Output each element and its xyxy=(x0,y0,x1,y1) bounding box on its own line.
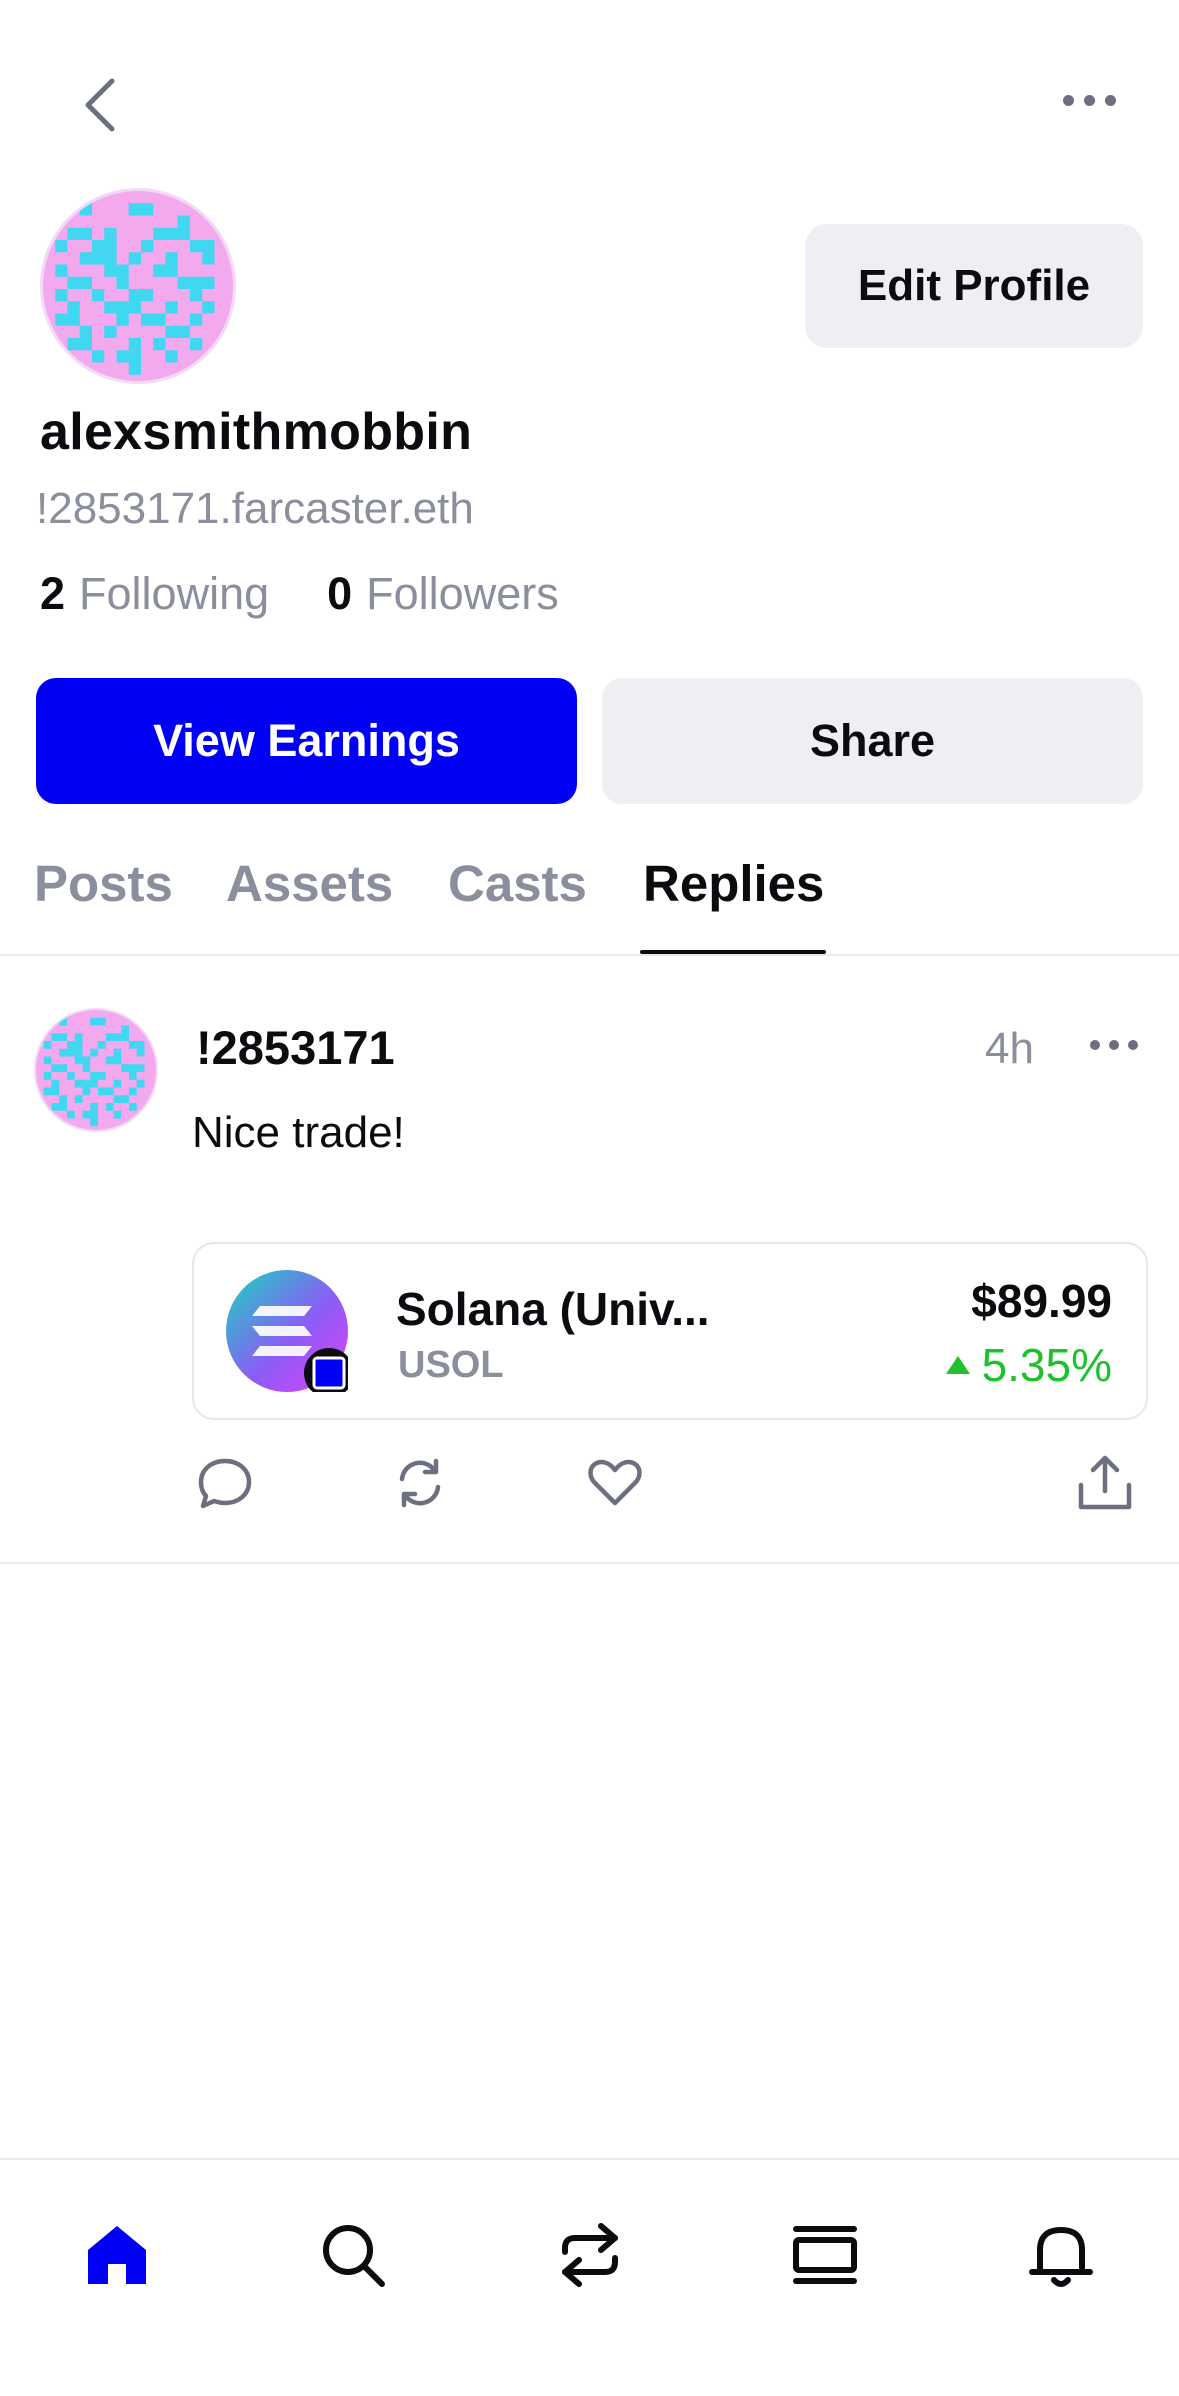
profile-tabs: Posts Assets Casts Replies xyxy=(0,840,1179,956)
following-stat[interactable]: 2 Following xyxy=(40,568,269,620)
profile-avatar[interactable] xyxy=(40,188,236,384)
pixel-avatar-image xyxy=(36,1010,156,1130)
profile-username: alexsmithmobbin xyxy=(40,403,473,461)
more-options-button[interactable] xyxy=(1049,80,1129,120)
profile-handle: !2853171.farcaster.eth xyxy=(36,484,474,533)
swap-icon xyxy=(562,2223,618,2287)
post-actions xyxy=(0,1448,1179,1528)
heart-icon xyxy=(588,1459,642,1506)
search-icon xyxy=(323,2225,385,2287)
post-timestamp: 4h xyxy=(985,1024,1034,1073)
asset-price: $89.99 xyxy=(971,1275,1112,1327)
post-author-name[interactable]: !2853171 xyxy=(196,1020,395,1075)
followers-stat[interactable]: 0 Followers xyxy=(327,568,559,620)
edit-profile-button[interactable]: Edit Profile xyxy=(805,224,1143,348)
share-upload-icon xyxy=(1078,1455,1132,1510)
bell-icon xyxy=(1029,2227,1093,2287)
bottom-navigation xyxy=(0,2158,1179,2396)
following-label: Following xyxy=(79,568,270,619)
followers-label: Followers xyxy=(366,568,559,619)
feed-icon xyxy=(793,2226,857,2284)
asset-card[interactable]: Solana (Univ... USOL $89.99 5.35% xyxy=(192,1242,1148,1420)
view-earnings-button[interactable]: View Earnings xyxy=(36,678,577,804)
reply-post[interactable]: !2853171 4h Nice trade! Solana (Univ... … xyxy=(0,958,1179,1564)
asset-name: Solana (Univ... xyxy=(396,1283,710,1335)
followers-count: 0 xyxy=(327,568,353,619)
solana-token-icon xyxy=(226,1270,354,1398)
nav-feed[interactable] xyxy=(780,2210,870,2300)
asset-change: 5.35% xyxy=(945,1338,1112,1392)
tab-replies[interactable]: Replies xyxy=(643,854,824,913)
comment-icon xyxy=(198,1458,252,1509)
active-tab-indicator xyxy=(640,950,826,954)
share-profile-button[interactable]: Share xyxy=(602,678,1143,804)
recast-button[interactable] xyxy=(385,1448,455,1518)
nav-search[interactable] xyxy=(308,2210,398,2300)
share-post-button[interactable] xyxy=(1070,1448,1140,1518)
chevron-left-icon xyxy=(85,78,115,132)
comment-button[interactable] xyxy=(190,1448,260,1518)
profile-stats: 2 Following 0 Followers xyxy=(40,568,559,620)
following-count: 2 xyxy=(40,568,66,619)
more-horizontal-icon xyxy=(1090,1040,1100,1050)
asset-ticker: USOL xyxy=(398,1344,504,1386)
post-more-button[interactable] xyxy=(1090,1040,1138,1050)
nav-home[interactable] xyxy=(72,2210,162,2300)
asset-change-value: 5.35% xyxy=(981,1339,1112,1391)
pixel-avatar-image xyxy=(43,191,233,381)
tab-assets[interactable]: Assets xyxy=(226,854,393,913)
top-bar xyxy=(0,0,1179,190)
post-text: Nice trade! xyxy=(192,1108,405,1157)
home-icon xyxy=(88,2226,146,2284)
triangle-up-icon xyxy=(945,1356,970,1374)
tab-posts[interactable]: Posts xyxy=(34,854,173,913)
tab-casts[interactable]: Casts xyxy=(448,854,587,913)
post-author-avatar[interactable] xyxy=(34,1008,158,1132)
recast-icon xyxy=(399,1458,441,1508)
like-button[interactable] xyxy=(580,1448,650,1518)
nav-notifications[interactable] xyxy=(1016,2210,1106,2300)
more-horizontal-icon xyxy=(1062,94,1074,106)
back-button[interactable] xyxy=(70,70,130,140)
nav-swap[interactable] xyxy=(545,2210,635,2300)
